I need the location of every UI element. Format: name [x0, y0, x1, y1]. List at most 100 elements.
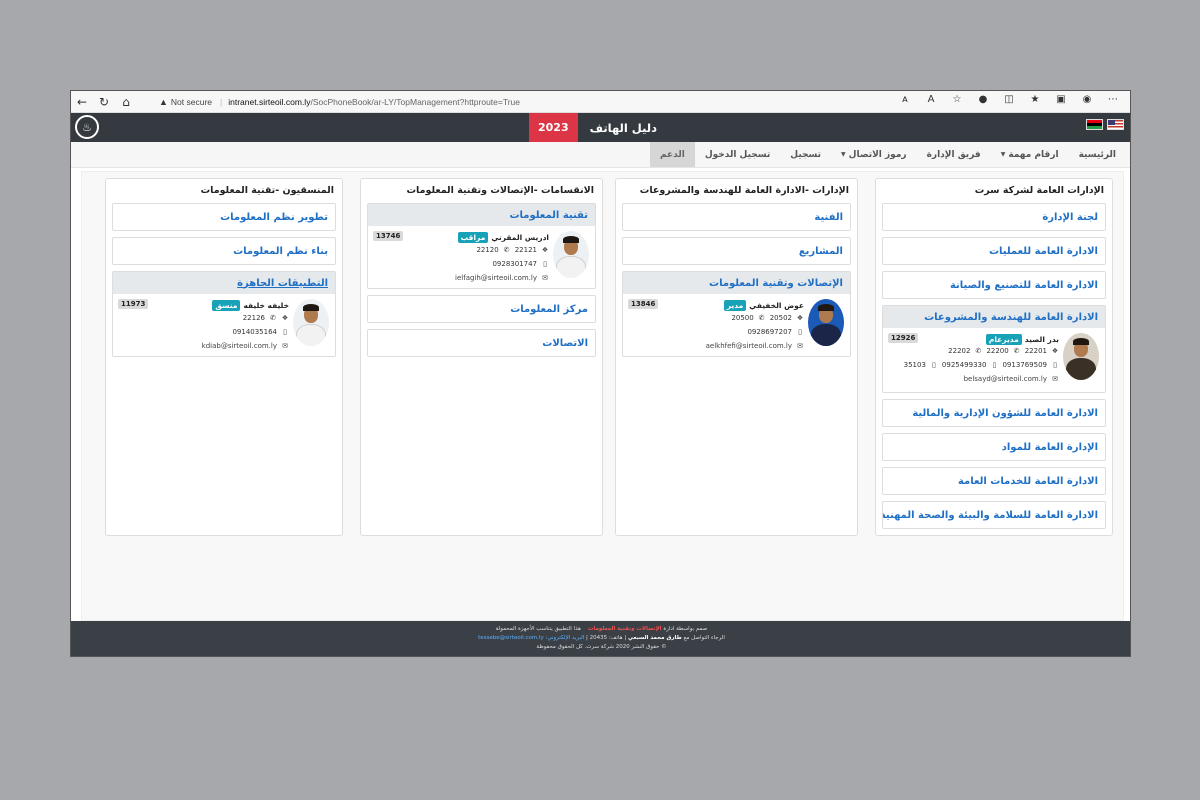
column-it-coordinators: المنسقيون -تقنية المعلومات تطوير نظم الم… — [105, 178, 343, 536]
column-engineering-departments: الإدارات -الادارة العامة للهندسة والمشرو… — [615, 178, 858, 536]
warning-icon: ▲ — [159, 97, 168, 107]
back-icon[interactable]: ← — [71, 91, 93, 113]
unit-card-title[interactable]: التطبيقات الجاهزة — [113, 272, 335, 294]
unit-link[interactable]: الادارة العامة للعمليات — [882, 237, 1106, 265]
unit-link[interactable]: لجنة الإدارة — [882, 203, 1106, 231]
role-badge: مراقب — [457, 232, 489, 243]
collections-icon[interactable]: ▣ — [1050, 94, 1072, 105]
footer-email-link[interactable]: tessebe@sirteoil.com.ly — [478, 635, 544, 641]
nav-support[interactable]: الدعم — [649, 142, 695, 167]
nav-register[interactable]: تسجيل — [780, 142, 831, 167]
phone-number: 20502 — [769, 314, 792, 322]
avatar — [808, 299, 844, 346]
url-host: intranet.sirteoil.com.ly — [228, 97, 311, 107]
column-it-divisions: الانقسامات -الإتصالات وتقنية المعلومات ت… — [360, 178, 603, 536]
address-separator: | — [220, 97, 223, 107]
avatar — [553, 231, 589, 278]
split-screen-icon[interactable]: ◫ — [998, 94, 1020, 105]
more-icon[interactable]: ⋯ — [1102, 94, 1124, 105]
email-address[interactable]: belsayd@sirteoil.com.ly — [964, 375, 1047, 383]
home-icon[interactable]: ⌂ — [115, 91, 137, 113]
refresh-icon[interactable]: ↻ — [93, 91, 115, 113]
caret-down-icon: ▼ — [841, 151, 846, 158]
phone-number: 22201 — [1024, 347, 1047, 355]
unit-link[interactable]: مركز المعلومات — [367, 295, 596, 323]
nav-dial-codes[interactable]: رموز الاتصال ▼ — [831, 142, 917, 167]
footer-copyright: © حقوق النشر 2020 شركة سرت. كل الحقوق مح… — [536, 644, 667, 650]
mobile-number: 0913769509 — [1002, 361, 1047, 369]
browser-window: ← ↻ ⌂ ▲ Not secure | intranet.sirteoil.c… — [70, 90, 1131, 657]
unit-link[interactable]: الفنية — [622, 203, 851, 231]
favorite-star-icon[interactable]: ☆ — [946, 94, 968, 105]
nav-login[interactable]: تسجيل الدخول — [695, 142, 780, 167]
unit-card: الإتصالات وتقنية المعلومات 13846 عوض الخ… — [622, 271, 851, 357]
profile-icon[interactable]: ◉ — [1076, 94, 1098, 105]
extension-icon: ❖ — [1051, 347, 1059, 355]
footer-department: الإتصالات وتقنية المعلومات — [587, 626, 662, 632]
extension-icon: ❖ — [796, 314, 804, 322]
unit-link[interactable]: الادارة العامة للتصنيع والصيانة — [882, 271, 1106, 299]
favorites-icon[interactable]: ★ — [1024, 94, 1046, 105]
unit-card-title[interactable]: الادارة العامة للهندسة والمشروعات — [883, 306, 1105, 328]
nav-important-numbers[interactable]: ارقام مهمة ▼ — [991, 142, 1069, 167]
content-area: الإدارات العامة لشركة سرت لجنة الإدارة ا… — [81, 171, 1124, 621]
unit-link[interactable]: الإدارة العامة للمواد — [882, 433, 1106, 461]
extension-badge: 13746 — [373, 231, 404, 241]
unit-card: الادارة العامة للهندسة والمشروعات 12926 … — [882, 305, 1106, 393]
site-title: دليل الهاتف — [589, 120, 657, 135]
mobile-icon: ▯ — [1053, 361, 1057, 369]
mobile-icon: ▯ — [283, 328, 287, 336]
column-general-departments: الإدارات العامة لشركة سرت لجنة الإدارة ا… — [875, 178, 1113, 536]
footer-contact-label: الرجاء التواصل مع — [683, 635, 725, 641]
extension-badge: 12926 — [888, 333, 919, 343]
unit-card-title[interactable]: الإتصالات وتقنية المعلومات — [623, 272, 850, 294]
person-name: عوض الخفيفي — [749, 301, 804, 310]
envelope-icon: ✉ — [282, 342, 288, 350]
unit-link[interactable]: الاتصالات — [367, 329, 596, 357]
address-bar[interactable]: ▲ Not secure | intranet.sirteoil.com.ly … — [151, 94, 971, 110]
extension-badge: 11973 — [118, 299, 149, 309]
mobile-icon: ▯ — [543, 260, 547, 268]
unit-card-title[interactable]: تقنية المعلومات — [368, 204, 595, 226]
envelope-icon: ✉ — [797, 342, 803, 350]
column-heading: الإدارات -الادارة العامة للهندسة والمشرو… — [639, 185, 849, 196]
nav-home[interactable]: الرئيسية — [1069, 142, 1126, 167]
phone-number: 22121 — [514, 246, 537, 254]
phone-icon: ✆ — [975, 347, 982, 355]
unit-link[interactable]: الادارة العامة للشؤون الإدارية والمالية — [882, 399, 1106, 427]
column-heading: الانقسامات -الإتصالات وتقنية المعلومات — [406, 185, 595, 196]
extension-icon[interactable]: ● — [972, 94, 994, 105]
english-flag-icon[interactable] — [1107, 119, 1124, 130]
email-address[interactable]: aelkhfefi@sirteoil.com.ly — [706, 342, 792, 350]
unit-link[interactable]: الادارة العامة للخدمات العامة — [882, 467, 1106, 495]
person-card: 11973 خليفه خليفه منسق 22126 ✆ ❖ 0914035… — [113, 294, 335, 356]
phone-number: 22120 — [476, 246, 499, 254]
email-address[interactable]: kdiab@sirteoil.com.ly — [202, 342, 277, 350]
unit-link[interactable]: المشاريع — [622, 237, 851, 265]
url-path: /SocPhoneBook/ar-LY/TopManagement?httpro… — [310, 97, 521, 107]
unit-link[interactable]: بناء نظم المعلومات — [112, 237, 336, 265]
footer-contact-name: طارق محمد السبعي — [627, 635, 682, 641]
main-nav: الرئيسية ارقام مهمة ▼ فريق الإدارة رموز … — [71, 142, 1130, 168]
phone-number: 20500 — [731, 314, 754, 322]
year-badge: 2023 — [529, 113, 578, 142]
email-address[interactable]: ielfagih@sirteoil.com.ly — [455, 274, 537, 282]
mobile-icon: ▯ — [992, 361, 997, 369]
avatar — [1063, 333, 1099, 380]
text-size-icon[interactable]: A — [920, 94, 942, 105]
footer-contact-phone: هاتف: 20435 — [589, 635, 623, 641]
read-aloud-icon[interactable]: ᴀ — [894, 94, 916, 105]
site-header: ♨ 2023 دليل الهاتف — [71, 113, 1130, 142]
arabic-flag-icon[interactable] — [1086, 119, 1103, 130]
mobile-number: 35103 — [903, 361, 926, 369]
caret-down-icon: ▼ — [1000, 151, 1006, 158]
nav-management-team[interactable]: فريق الإدارة — [917, 142, 991, 167]
person-card: 13846 عوض الخفيفي مدير 20500 ✆ 20502 ❖ 0… — [623, 294, 850, 356]
unit-link[interactable]: تطوير نظم المعلومات — [112, 203, 336, 231]
unit-link[interactable]: الادارة العامة للسلامة والبيئة والصحة ال… — [882, 501, 1106, 529]
phone-icon: ✆ — [503, 246, 510, 254]
phone-number: 22202 — [948, 347, 971, 355]
footer-email-label: البريد الإلكتروني: — [545, 635, 585, 641]
envelope-icon: ✉ — [1052, 375, 1058, 383]
company-logo-icon[interactable]: ♨ — [75, 115, 99, 139]
